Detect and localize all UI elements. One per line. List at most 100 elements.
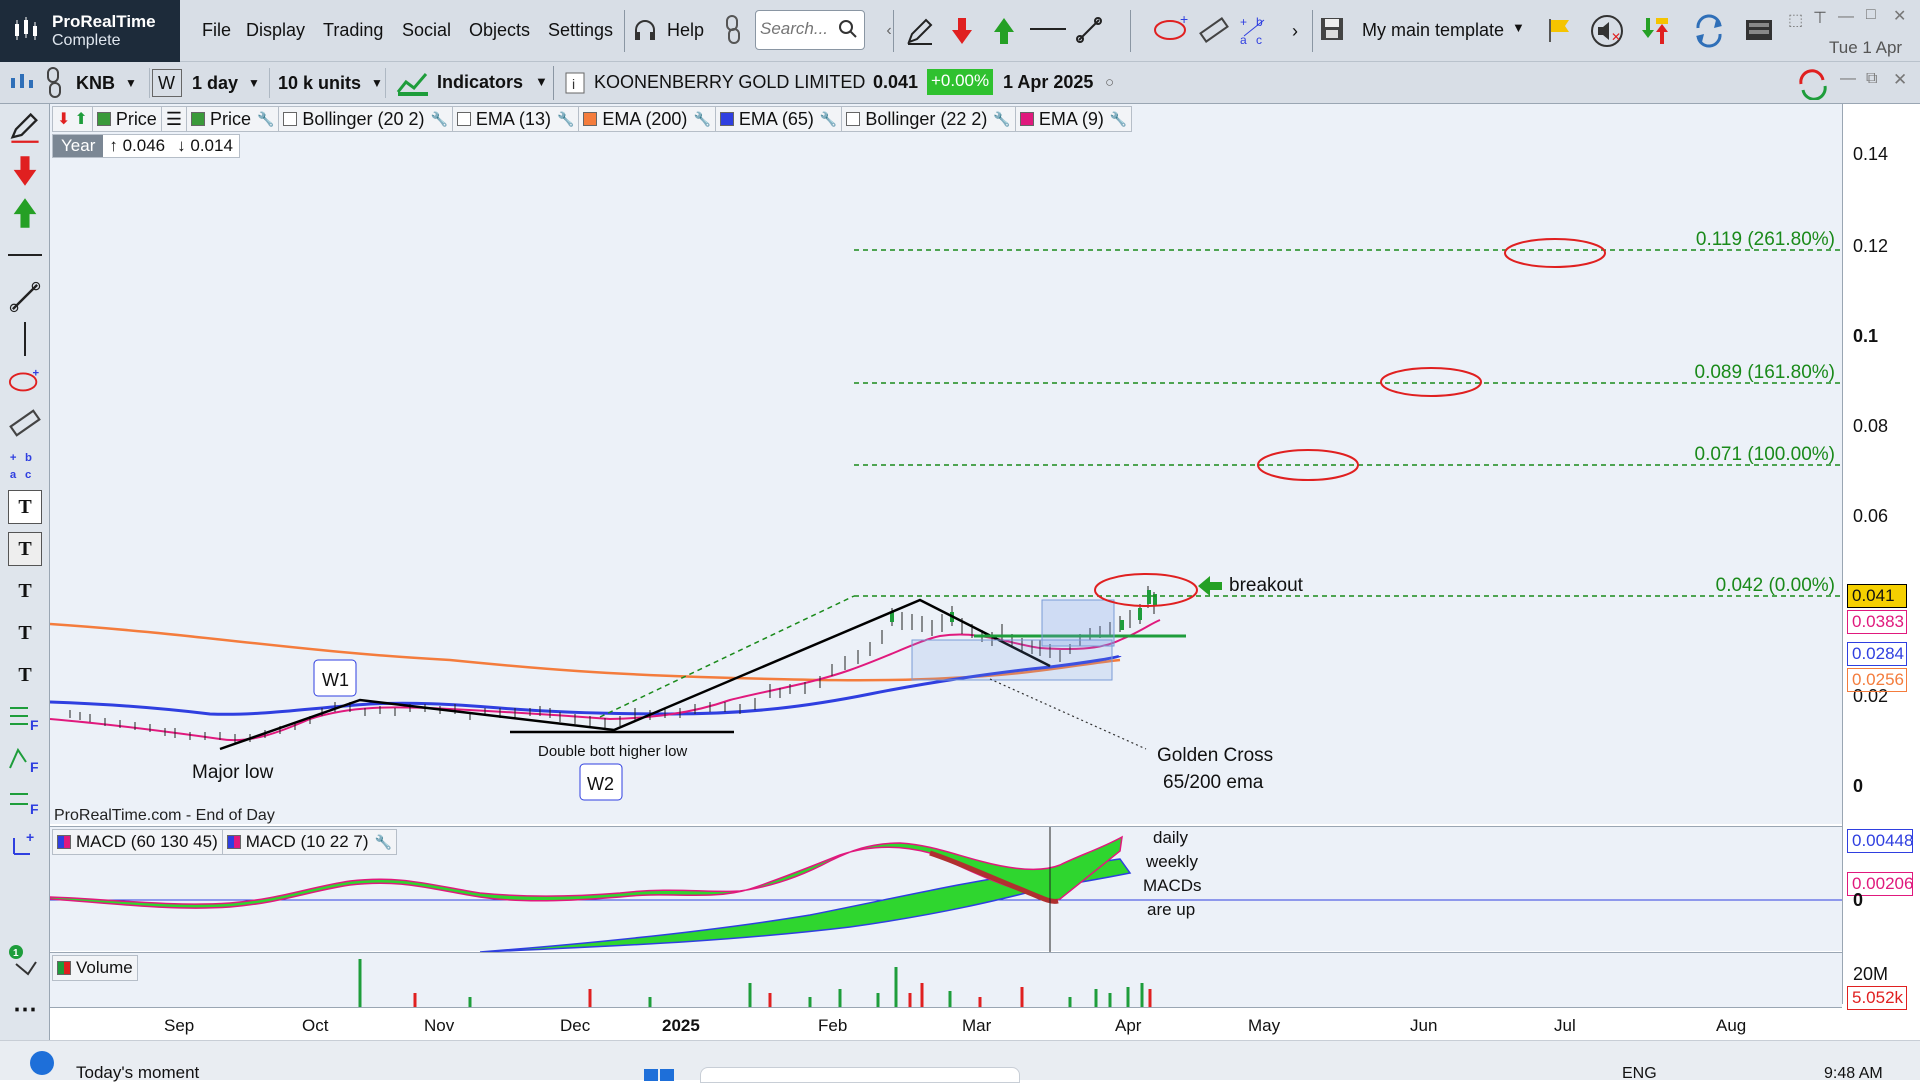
wrench-icon[interactable]: 🔧 bbox=[820, 111, 837, 128]
taskbar-search[interactable] bbox=[700, 1067, 1020, 1083]
trendline-icon[interactable] bbox=[1075, 16, 1103, 44]
legend-volume[interactable]: Volume bbox=[52, 955, 138, 981]
ellipse-tool-icon[interactable]: + bbox=[1153, 14, 1189, 44]
price-axis[interactable]: 0.14 0.12 0.1 0.08 0.06 0.02 0 0.041 0.0… bbox=[1842, 104, 1920, 1010]
chevron-down-icon[interactable]: ▼ bbox=[535, 74, 548, 89]
pencil-icon[interactable] bbox=[905, 16, 935, 46]
list-icon[interactable]: ☰ bbox=[166, 109, 182, 130]
legend-ema-65[interactable]: EMA (65) 🔧 bbox=[714, 106, 843, 132]
taskbar-clock[interactable]: 9:48 AM bbox=[1824, 1065, 1883, 1083]
vertical-line-tool-icon[interactable] bbox=[8, 322, 42, 356]
close-icon[interactable]: ✕ bbox=[1893, 6, 1906, 26]
legend-price-1[interactable]: Price bbox=[91, 106, 162, 132]
menu-settings[interactable]: Settings bbox=[548, 20, 613, 41]
language-indicator[interactable]: ENG bbox=[1622, 1065, 1657, 1083]
flag-icon[interactable] bbox=[1545, 16, 1573, 44]
ruler-icon[interactable] bbox=[1198, 14, 1230, 46]
sell-arrow-tool-icon[interactable] bbox=[8, 154, 42, 188]
upload-icon[interactable]: ⬆ bbox=[74, 109, 87, 129]
wrench-icon[interactable]: 🔧 bbox=[430, 111, 447, 128]
sell-arrow-icon[interactable] bbox=[950, 16, 974, 46]
indicators-icon[interactable] bbox=[396, 70, 430, 98]
window-minimize-icon[interactable]: — bbox=[1840, 70, 1856, 88]
legend-ema-200[interactable]: EMA (200) 🔧 bbox=[578, 106, 716, 132]
price-chart[interactable]: W1 W2 Major low Double bott higher low G… bbox=[50, 104, 1842, 824]
wrench-icon[interactable]: 🔧 bbox=[1110, 111, 1127, 128]
indicators-button[interactable]: Indicators bbox=[437, 72, 523, 93]
wrench-icon[interactable]: 🔧 bbox=[375, 834, 392, 851]
trendline-tool-icon[interactable] bbox=[8, 280, 42, 314]
mute-sound-icon[interactable]: ✕ bbox=[1590, 14, 1624, 48]
windows-start-icon[interactable] bbox=[642, 1069, 676, 1081]
legend-ema-13[interactable]: EMA (13) 🔧 bbox=[451, 106, 580, 132]
link-icon[interactable] bbox=[722, 14, 744, 46]
time-axis[interactable]: Sep Oct Nov Dec 2025 Feb Mar Apr May Jun… bbox=[50, 1007, 1842, 1040]
wrench-icon[interactable]: 🔧 bbox=[257, 111, 274, 128]
horizontal-line-tool-icon[interactable] bbox=[8, 238, 42, 272]
wrench-icon[interactable]: 🔧 bbox=[557, 111, 574, 128]
pencil-tool-icon[interactable] bbox=[8, 110, 42, 144]
window-restore-icon[interactable]: ⧉ bbox=[1866, 70, 1877, 88]
menu-display[interactable]: Display bbox=[246, 20, 305, 41]
info-icon[interactable]: i bbox=[565, 72, 585, 94]
download-icon[interactable]: ⬇ bbox=[57, 109, 70, 129]
more-tools-icon[interactable]: ⋯ bbox=[8, 992, 42, 1026]
horizontal-line-icon[interactable] bbox=[1030, 26, 1066, 32]
headset-icon[interactable] bbox=[632, 18, 658, 44]
text-label-tool-icon[interactable]: T bbox=[8, 532, 42, 566]
fib-retracement-icon[interactable]: F bbox=[8, 700, 42, 734]
legend-bollinger-20[interactable]: Bollinger (20 2) 🔧 bbox=[278, 106, 453, 132]
search-box[interactable] bbox=[755, 10, 865, 50]
fibonacci-tool-icon[interactable]: + b ac bbox=[1238, 12, 1274, 48]
menu-social[interactable]: Social bbox=[402, 20, 451, 41]
search-input[interactable] bbox=[760, 11, 840, 47]
search-icon[interactable] bbox=[838, 19, 858, 39]
maximize-icon[interactable]: □ bbox=[1866, 6, 1876, 24]
legend-macd-10[interactable]: MACD (10 22 7) 🔧 bbox=[221, 829, 397, 855]
resize-icon[interactable]: ⬚ bbox=[1788, 10, 1803, 30]
chart-type-icon[interactable] bbox=[8, 70, 36, 96]
minimize-icon[interactable]: — bbox=[1838, 8, 1854, 26]
menu-objects[interactable]: Objects bbox=[469, 20, 530, 41]
weather-icon[interactable] bbox=[30, 1051, 54, 1075]
text-tool-3-icon[interactable]: T bbox=[8, 658, 42, 692]
volume-panel[interactable]: Volume bbox=[50, 952, 1842, 1008]
menu-help[interactable]: Help bbox=[667, 20, 704, 41]
chevron-left-icon[interactable]: ‹ bbox=[872, 14, 906, 48]
text-tool-icon[interactable]: T bbox=[8, 574, 42, 608]
interval-selector[interactable]: 1 day ▼ bbox=[186, 68, 270, 98]
fib-fan-icon[interactable]: F bbox=[8, 784, 42, 818]
object-manager-icon[interactable]: 1 bbox=[8, 944, 42, 978]
text-box-tool-icon[interactable]: T bbox=[8, 490, 42, 524]
text-tool-2-icon[interactable]: T bbox=[8, 616, 42, 650]
menu-file[interactable]: File bbox=[202, 20, 231, 41]
legend-macd-60[interactable]: MACD (60 130 45) bbox=[52, 829, 223, 855]
refresh-icon[interactable] bbox=[1795, 68, 1831, 100]
units-selector[interactable]: 10 k units ▼ bbox=[272, 68, 386, 98]
chevron-down-icon[interactable]: ▼ bbox=[1512, 20, 1525, 35]
interval-type-button[interactable]: W bbox=[152, 69, 182, 97]
macd-panel[interactable]: daily weekly MACDs are up MACD (60 130 4… bbox=[50, 826, 1842, 952]
ticker-selector[interactable]: KNB ▼ bbox=[70, 68, 150, 98]
fib-extension-icon[interactable]: F bbox=[8, 742, 42, 776]
add-indicator-buttons[interactable]: ⬇ ⬆ bbox=[52, 106, 93, 132]
ellipse-tool-icon[interactable]: + bbox=[8, 364, 42, 398]
buy-arrow-tool-icon[interactable] bbox=[8, 196, 42, 230]
taskbar-news[interactable]: Today's moment bbox=[76, 1063, 199, 1083]
legend-price-2[interactable]: Price 🔧 bbox=[185, 106, 280, 132]
alerts-icon[interactable] bbox=[1640, 14, 1674, 48]
template-selector[interactable]: My main template bbox=[1362, 20, 1504, 41]
chevron-right-icon[interactable]: › bbox=[1278, 14, 1312, 48]
legend-bollinger-22[interactable]: Bollinger (22 2) 🔧 bbox=[841, 106, 1016, 132]
link-chain-icon[interactable] bbox=[44, 66, 64, 100]
add-object-icon[interactable]: + bbox=[8, 826, 42, 860]
window-close-icon[interactable]: ✕ bbox=[1893, 70, 1907, 90]
keyboard-icon[interactable] bbox=[1743, 14, 1775, 46]
pin-icon[interactable]: ⊤ bbox=[1813, 8, 1827, 28]
legend-ema-9[interactable]: EMA (9) 🔧 bbox=[1014, 106, 1133, 132]
wrench-icon[interactable]: 🔧 bbox=[693, 111, 710, 128]
legend-list-button[interactable]: ☰ bbox=[160, 106, 187, 132]
wrench-icon[interactable]: 🔧 bbox=[993, 111, 1010, 128]
sync-icon[interactable] bbox=[1692, 14, 1726, 48]
fibonacci-tool-icon[interactable]: + ba c bbox=[8, 448, 42, 482]
